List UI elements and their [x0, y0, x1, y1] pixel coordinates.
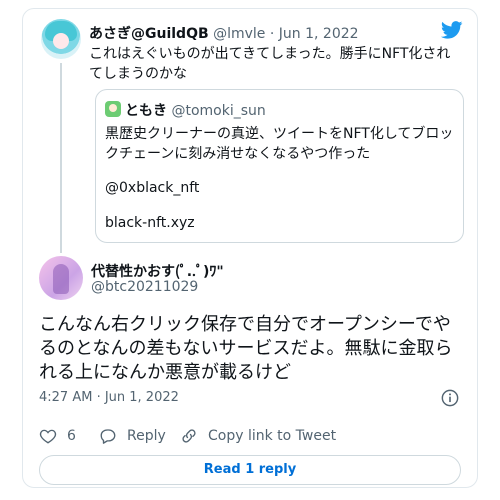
- reply-author-name[interactable]: 代替性かおす(ﾟ..ﾟ)ﾜ": [91, 261, 224, 281]
- author-avatar[interactable]: [41, 19, 81, 59]
- quote-author-header: ともき @tomoki_sun: [125, 100, 266, 120]
- quote-author-name[interactable]: ともき: [125, 103, 167, 119]
- link-icon: [182, 429, 196, 443]
- tweet-text: これはえぐいものが出てきてしまった。勝手にNFT化されてしまうのかな: [89, 46, 451, 82]
- reply-bubble-icon: [100, 429, 116, 444]
- quote-author-handle[interactable]: @tomoki_sun: [171, 103, 265, 119]
- reply-author-handle[interactable]: @btc20211029: [91, 279, 198, 295]
- reply-timestamp[interactable]: 4:27 AM · Jun 1, 2022: [39, 390, 179, 405]
- like-count: 6: [67, 428, 76, 444]
- copy-link-button[interactable]: Copy link to Tweet: [180, 427, 336, 445]
- info-icon[interactable]: [441, 389, 459, 407]
- reply-label: Reply: [127, 428, 166, 444]
- author-name[interactable]: あさぎ@GuildQB: [89, 26, 209, 42]
- quote-text: 黒歴史クリーナーの真逆、ツイートをNFT化してブロックチェーンに刻み消せなくなる…: [105, 126, 454, 162]
- date-separator: ·: [269, 26, 275, 42]
- tweet-date[interactable]: Jun 1, 2022: [279, 26, 359, 42]
- tweet-embed-card: あさぎ@GuildQB @lmvle · Jun 1, 2022 これはえぐいも…: [22, 8, 478, 488]
- quote-author-avatar[interactable]: [105, 101, 121, 117]
- like-button[interactable]: 6: [39, 427, 76, 445]
- quote-mention[interactable]: @0xblack_nft: [105, 180, 199, 196]
- author-handle[interactable]: @lmvle: [213, 26, 265, 42]
- author-header: あさぎ@GuildQB @lmvle · Jun 1, 2022: [89, 23, 359, 43]
- twitter-bird-icon[interactable]: [441, 21, 463, 39]
- reply-button[interactable]: Reply: [99, 427, 166, 445]
- read-replies-button[interactable]: Read 1 reply: [39, 455, 461, 485]
- thread-connector-line: [60, 63, 62, 253]
- reply-text: こんなん右クリック保存で自分でオープンシーでやるのとなんの差もないサービスだよ。…: [39, 314, 453, 383]
- heart-icon: [39, 429, 57, 444]
- action-bar: 6 Reply Copy link to Tweet: [39, 427, 459, 449]
- reply-author-avatar[interactable]: [39, 256, 83, 300]
- quote-link[interactable]: black-nft.xyz: [105, 215, 195, 231]
- quoted-tweet[interactable]: ともき @tomoki_sun 黒歴史クリーナーの真逆、ツイートをNFT化してブ…: [95, 89, 464, 243]
- copy-link-label: Copy link to Tweet: [208, 428, 337, 444]
